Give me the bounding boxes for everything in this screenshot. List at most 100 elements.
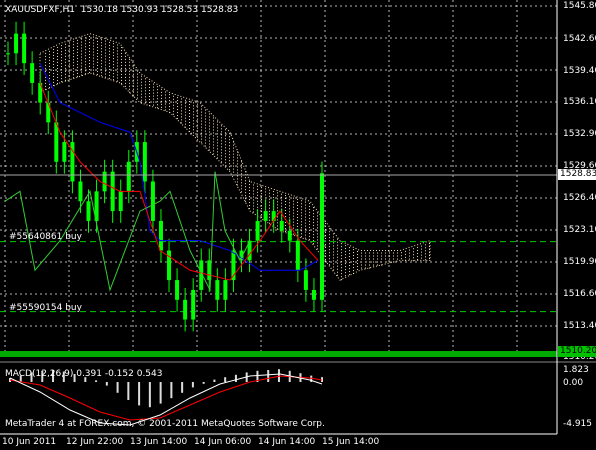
cloud-dot <box>61 72 62 74</box>
cloud-dot <box>425 253 426 255</box>
cloud-dot <box>137 70 138 72</box>
cloud-dot <box>325 222 326 224</box>
cloud-dot <box>93 63 94 65</box>
cloud-dot <box>253 205 254 207</box>
cloud-dot <box>197 121 198 123</box>
cloud-dot <box>333 257 334 259</box>
cloud-dot <box>333 236 334 238</box>
cloud-dot <box>285 228 286 230</box>
price-chart[interactable] <box>0 0 596 450</box>
cloud-dot <box>337 256 338 258</box>
cloud-dot <box>345 245 346 247</box>
cloud-dot <box>65 64 66 66</box>
cloud-dot <box>205 124 206 126</box>
cloud-dot <box>189 104 190 106</box>
cloud-dot <box>89 44 90 46</box>
cloud-dot <box>221 128 222 130</box>
cloud-dot <box>145 90 146 92</box>
cloud-dot <box>237 184 238 186</box>
cloud-dot <box>313 210 314 212</box>
order-label-2[interactable]: #55590154 buy <box>9 303 82 313</box>
cloud-dot <box>393 252 394 254</box>
cloud-dot <box>229 157 230 159</box>
cloud-dot <box>285 222 286 224</box>
cloud-dot <box>309 202 310 204</box>
cloud-dot <box>329 255 330 257</box>
cloud-dot <box>53 72 54 74</box>
cloud-dot <box>105 43 106 45</box>
cloud-dot <box>361 258 362 260</box>
cloud-dot <box>305 213 306 215</box>
cloud-dot <box>65 49 66 51</box>
cloud-dot <box>229 160 230 162</box>
cloud-dot <box>293 200 294 202</box>
cloud-dot <box>49 71 50 73</box>
cloud-dot <box>57 79 58 81</box>
cloud-dot <box>101 75 102 77</box>
cloud-dot <box>141 75 142 77</box>
cloud-dot <box>305 216 306 218</box>
macd-bar <box>148 382 151 408</box>
time-tick: 14 Jun 06:00 <box>194 437 252 447</box>
cloud-dot <box>225 138 226 140</box>
cloud-dot <box>109 50 110 52</box>
cloud-dot <box>181 122 182 124</box>
order-label-1[interactable]: #55640861 buy <box>9 232 82 242</box>
cloud-dot <box>385 261 386 263</box>
cloud-dot <box>93 69 94 71</box>
cloud-dot <box>333 260 334 262</box>
cloud-dot <box>297 207 298 209</box>
cloud-dot <box>105 46 106 48</box>
cloud-dot <box>125 82 126 84</box>
cloud-dot <box>217 151 218 153</box>
cloud-dot <box>149 86 150 88</box>
cloud-dot <box>165 97 166 99</box>
cloud-dot <box>69 78 70 80</box>
cloud-dot <box>305 237 306 239</box>
cloud-dot <box>213 120 214 122</box>
cloud-dot <box>133 88 134 90</box>
cloud-dot <box>73 68 74 70</box>
cloud-dot <box>225 150 226 152</box>
cloud-dot <box>365 258 366 260</box>
cloud-dot <box>109 68 110 70</box>
cloud-dot <box>65 79 66 81</box>
candle-body <box>62 142 67 162</box>
cloud-dot <box>285 216 286 218</box>
cloud-dot <box>121 82 122 84</box>
macd-bar <box>127 382 130 400</box>
cloud-dot <box>297 198 298 200</box>
cloud-dot <box>125 58 126 60</box>
cloud-dot <box>101 66 102 68</box>
cloud-dot <box>57 55 58 57</box>
cloud-dot <box>309 220 310 222</box>
cloud-dot <box>97 52 98 54</box>
candle-body <box>158 220 163 251</box>
cloud-dot <box>133 82 134 84</box>
cloud-dot <box>381 252 382 254</box>
cloud-dot <box>185 108 186 110</box>
cloud-dot <box>173 104 174 106</box>
cloud-dot <box>301 236 302 238</box>
cloud-dot <box>317 230 318 232</box>
macd-bar <box>234 374 237 382</box>
cloud-dot <box>257 200 258 202</box>
cloud-dot <box>269 207 270 209</box>
cloud-dot <box>305 204 306 206</box>
cloud-dot <box>241 191 242 193</box>
cloud-dot <box>225 141 226 143</box>
cloud-dot <box>249 193 250 195</box>
cloud-dot <box>281 199 282 201</box>
cloud-dot <box>85 46 86 48</box>
cloud-dot <box>305 234 306 236</box>
cloud-dot <box>149 80 150 82</box>
cloud-dot <box>45 55 46 57</box>
cloud-dot <box>161 91 162 93</box>
cloud-dot <box>57 67 58 69</box>
cloud-dot <box>357 260 358 262</box>
cloud-dot <box>93 45 94 47</box>
cloud-dot <box>269 219 270 221</box>
cloud-dot <box>241 161 242 163</box>
cloud-dot <box>77 39 78 41</box>
cloud-dot <box>173 95 174 97</box>
